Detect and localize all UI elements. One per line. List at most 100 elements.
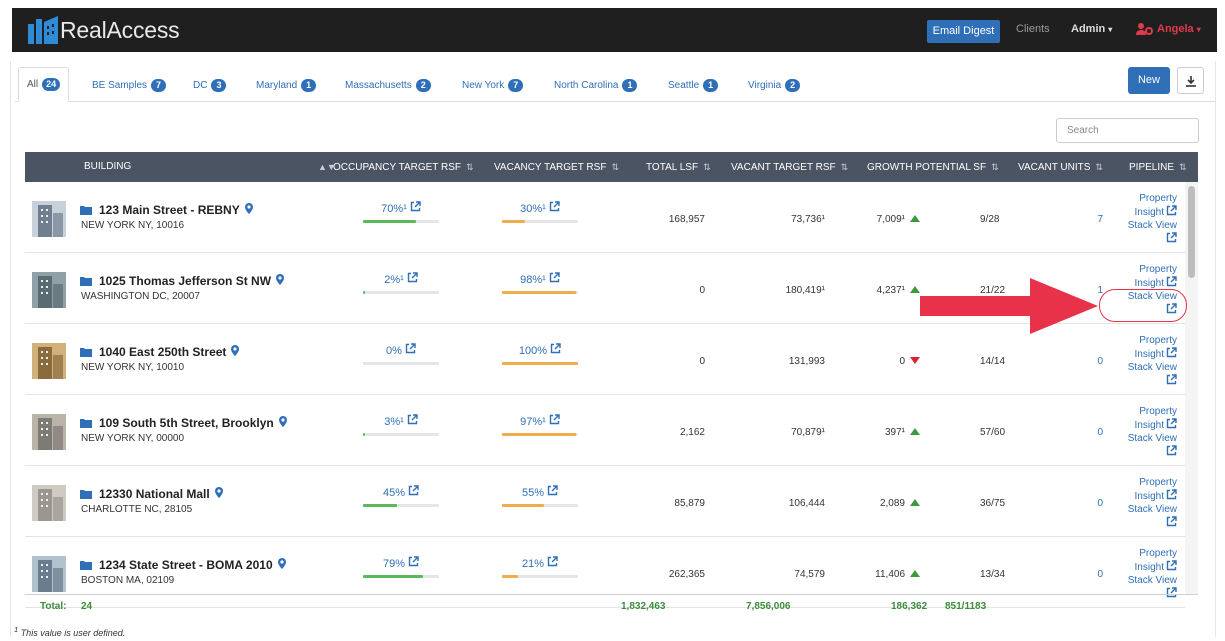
occupancy-percent-link[interactable]: 0%: [363, 343, 439, 357]
building-name[interactable]: 12330 National Mall: [80, 487, 223, 501]
stack-view-link-icon[interactable]: [1117, 445, 1177, 460]
column-label: PIPELINE: [1129, 162, 1175, 173]
email-digest-button[interactable]: Email Digest: [927, 20, 1000, 43]
building-thumbnail[interactable]: [32, 201, 66, 237]
vacancy-percent-link[interactable]: 98%¹: [502, 272, 578, 286]
tab-all[interactable]: All 24: [18, 67, 70, 102]
total-lsf-value: 262,365: [668, 569, 705, 580]
vacancy-percent-link[interactable]: 100%: [502, 343, 578, 357]
footnote-text: This value is user defined.: [20, 628, 126, 638]
tab-dc[interactable]: DC 3: [193, 75, 227, 95]
property-insight-link[interactable]: Property: [1117, 264, 1177, 276]
map-pin-icon[interactable]: [276, 274, 285, 288]
user-name: Angela: [1157, 23, 1194, 35]
property-insight-label: Property: [1139, 335, 1177, 346]
scrollbar-thumb[interactable]: [1188, 186, 1195, 278]
stack-view-link-icon[interactable]: [1117, 516, 1177, 531]
stack-view-link-icon[interactable]: [1117, 374, 1177, 389]
stack-view-label: Stack View: [1127, 575, 1177, 586]
occupancy-percent-link[interactable]: 45%: [363, 485, 439, 499]
table-row[interactable]: 1040 East 250th Street NEW YORK NY, 10010…: [25, 325, 1185, 395]
admin-menu[interactable]: Admin ▾: [1071, 23, 1112, 35]
table-row[interactable]: 123 Main Street - REBNY NEW YORK NY, 1001…: [25, 183, 1185, 253]
column-total-lsf[interactable]: TOTAL LSF ⇅: [646, 152, 711, 182]
column-occupancy[interactable]: OCCUPANCY TARGET RSF ⇅: [333, 152, 474, 182]
total-lsf-value: 85,879: [674, 498, 705, 509]
vacancy-percent-link[interactable]: 21%: [502, 556, 578, 570]
download-button[interactable]: [1177, 67, 1204, 94]
vacant-units-link[interactable]: 7: [1093, 214, 1103, 225]
tab-north-carolina[interactable]: North Carolina 1: [554, 75, 638, 95]
building-thumbnail[interactable]: [32, 343, 66, 379]
vacancy-percent: 100%: [518, 345, 548, 357]
column-vacant-units[interactable]: VACANT UNITS ⇅: [1018, 152, 1103, 182]
building-thumbnail[interactable]: [32, 485, 66, 521]
building-name[interactable]: 1234 State Street - BOMA 2010: [80, 558, 286, 572]
clients-link[interactable]: Clients: [1016, 23, 1050, 35]
occupancy-percent-link[interactable]: 2%¹: [363, 272, 439, 286]
tab-new-york[interactable]: New York 7: [462, 75, 524, 95]
map-pin-icon[interactable]: [277, 558, 286, 572]
stack-view-link-icon[interactable]: [1117, 232, 1177, 247]
pipeline-links: Property Insight Stack View: [1117, 477, 1177, 531]
property-insight-label: Insight: [1134, 349, 1164, 360]
totals-total-lsf: 1,832,463: [621, 601, 666, 612]
property-insight-link[interactable]: Insight: [1117, 347, 1177, 362]
building-name[interactable]: 109 South 5th Street, Brooklyn: [80, 416, 287, 430]
property-insight-link[interactable]: Insight: [1117, 418, 1177, 433]
stack-view-link[interactable]: Stack View: [1117, 575, 1177, 587]
tabs-divider: [15, 101, 1215, 102]
property-insight-link[interactable]: Property: [1117, 335, 1177, 347]
building-name[interactable]: 1040 East 250th Street: [80, 345, 240, 359]
vacant-units-link[interactable]: 0: [1093, 427, 1103, 438]
vacancy-percent-link[interactable]: 97%¹: [502, 414, 578, 428]
stack-view-link[interactable]: Stack View: [1117, 433, 1177, 445]
map-pin-icon[interactable]: [231, 345, 240, 359]
tab-massachusetts[interactable]: Massachusetts 2: [345, 75, 431, 95]
vacant-units-link[interactable]: 0: [1093, 356, 1103, 367]
building-thumbnail[interactable]: [32, 272, 66, 308]
property-insight-link[interactable]: Insight: [1117, 560, 1177, 575]
stack-view-link[interactable]: Stack View: [1117, 220, 1177, 232]
vacant-units-link[interactable]: 0: [1093, 498, 1103, 509]
table-row[interactable]: 12330 National Mall CHARLOTTE NC, 28105 45…: [25, 467, 1185, 537]
building-name[interactable]: 123 Main Street - REBNY: [80, 203, 253, 217]
vacancy-percent-link[interactable]: 55%: [502, 485, 578, 499]
occupancy-percent-link[interactable]: 70%¹: [363, 201, 439, 215]
map-pin-icon[interactable]: [244, 203, 253, 217]
building-thumbnail[interactable]: [32, 414, 66, 450]
building-thumbnail[interactable]: [32, 556, 66, 592]
property-insight-link[interactable]: Property: [1117, 406, 1177, 418]
column-vacant-target[interactable]: VACANT TARGET RSF ⇅: [731, 152, 848, 182]
vacancy-percent-link[interactable]: 30%¹: [502, 201, 578, 215]
property-insight-link[interactable]: Property: [1117, 548, 1177, 560]
column-vacancy[interactable]: VACANCY TARGET RSF ⇅: [494, 152, 619, 182]
stack-view-link[interactable]: Stack View: [1117, 504, 1177, 516]
occupancy-percent-link[interactable]: 3%¹: [363, 414, 439, 428]
column-growth[interactable]: GROWTH POTENTIAL SF ⇅: [867, 152, 999, 182]
property-insight-link[interactable]: Insight: [1117, 205, 1177, 220]
tab-virginia[interactable]: Virginia 2: [748, 75, 801, 95]
user-menu[interactable]: Angela ▾: [1136, 23, 1201, 35]
table-row[interactable]: 1234 State Street - BOMA 2010 BOSTON MA, …: [25, 538, 1185, 608]
property-insight-link[interactable]: Insight: [1117, 489, 1177, 504]
vacant-units-link[interactable]: 0: [1093, 569, 1103, 580]
property-insight-link[interactable]: Property: [1117, 477, 1177, 489]
tab-be-samples[interactable]: BE Samples 7: [92, 75, 167, 95]
table-row[interactable]: 109 South 5th Street, Brooklyn NEW YORK N…: [25, 396, 1185, 466]
building-name[interactable]: 1025 Thomas Jefferson St NW: [80, 274, 285, 288]
search-input[interactable]: [1056, 118, 1199, 143]
map-pin-icon[interactable]: [214, 487, 223, 501]
map-pin-icon[interactable]: [278, 416, 287, 430]
occupancy-percent-link[interactable]: 79%: [363, 556, 439, 570]
building-address: NEW YORK NY, 10010: [81, 362, 185, 373]
column-pipeline[interactable]: PIPELINE ⇅: [1129, 152, 1187, 182]
stack-view-link[interactable]: Stack View: [1117, 362, 1177, 374]
app-logo[interactable]: RealAccess: [28, 16, 180, 44]
column-building[interactable]: BUILDING: [84, 152, 131, 182]
tab-seattle[interactable]: Seattle 1: [668, 75, 719, 95]
tab-maryland[interactable]: Maryland 1: [256, 75, 317, 95]
property-insight-link[interactable]: Property: [1117, 193, 1177, 205]
building-name-text: 1040 East 250th Street: [99, 345, 227, 359]
new-button[interactable]: New: [1128, 67, 1170, 94]
